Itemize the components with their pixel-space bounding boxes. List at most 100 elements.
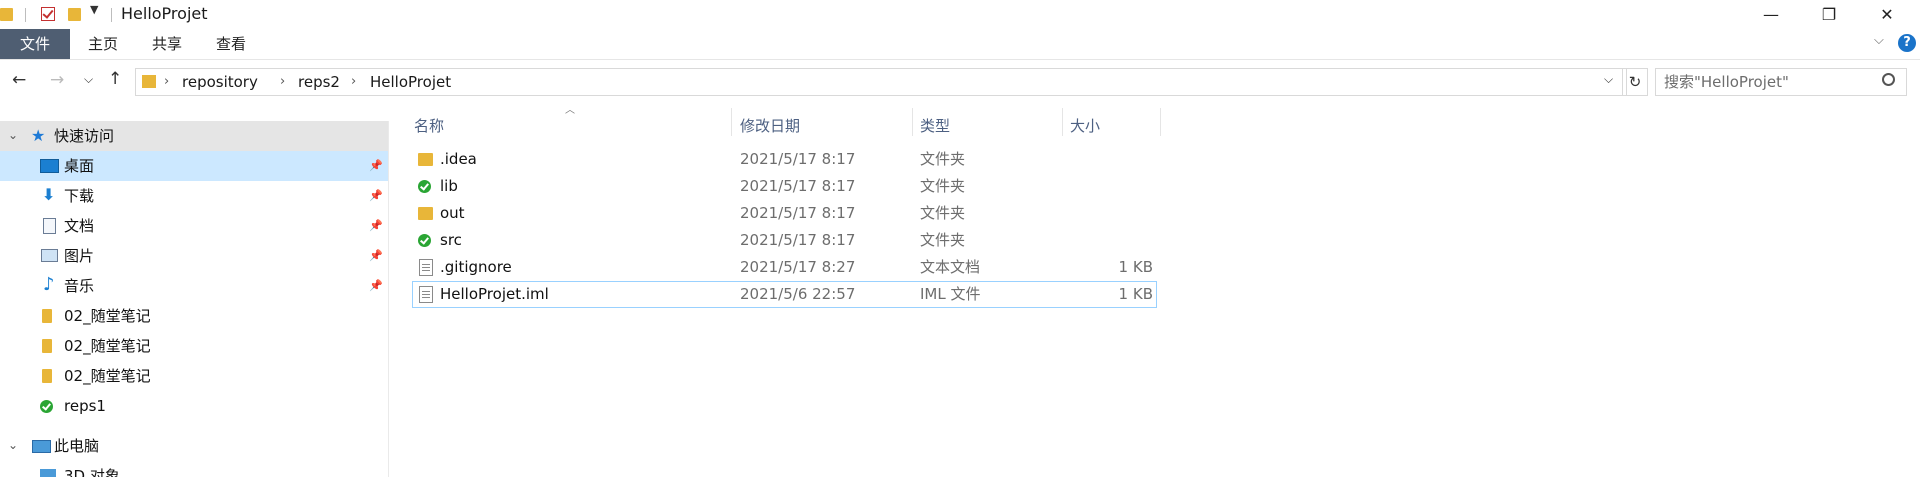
pin-icon: 📌 <box>369 189 383 202</box>
nav-item-pictures[interactable]: 图片 📌 <box>0 241 388 271</box>
ribbon: 文件 主页 共享 查看 ⌵ ? <box>0 29 1920 60</box>
nav-item-folder[interactable]: 02_随堂笔记 <box>0 331 388 361</box>
restore-button[interactable]: ❐ <box>1806 0 1852 29</box>
expand-ribbon-icon[interactable]: ⌵ <box>1874 33 1884 48</box>
search-input[interactable]: 搜索"HelloProjet" <box>1655 68 1907 96</box>
folder-icon <box>418 153 433 166</box>
git-folder-icon <box>40 400 53 413</box>
nav-this-pc[interactable]: ⌄ 此电脑 <box>0 431 388 461</box>
folder-icon <box>42 339 52 353</box>
file-date: 2021/5/17 8:17 <box>740 177 856 195</box>
chevron-down-icon[interactable]: ⌄ <box>8 128 18 142</box>
nav-item-music[interactable]: ♪ 音乐 📌 <box>0 271 388 301</box>
breadcrumb-helloprojet[interactable]: HelloProjet <box>370 69 451 95</box>
help-icon[interactable]: ? <box>1898 34 1916 52</box>
column-divider[interactable] <box>1062 108 1063 136</box>
file-name: .gitignore <box>440 258 512 276</box>
tab-file[interactable]: 文件 <box>0 29 70 59</box>
nav-item-folder[interactable]: 02_随堂笔记 <box>0 361 388 391</box>
chevron-right-icon[interactable]: › <box>351 69 356 95</box>
file-name: .idea <box>440 150 477 168</box>
nav-item-desktop[interactable]: 桌面 📌 <box>0 151 388 181</box>
properties-icon[interactable] <box>41 7 55 21</box>
git-folder-icon <box>418 180 431 193</box>
chevron-right-icon[interactable]: › <box>164 69 169 95</box>
nav-item-reps1[interactable]: reps1 <box>0 391 388 421</box>
divider <box>25 8 26 22</box>
file-date: 2021/5/17 8:17 <box>740 204 856 222</box>
nav-label: 文档 <box>64 217 95 235</box>
new-folder-icon[interactable] <box>68 8 81 21</box>
breadcrumb-reps2[interactable]: reps2 <box>298 69 340 95</box>
file-date: 2021/5/17 8:27 <box>740 258 856 276</box>
forward-button[interactable]: → <box>50 70 64 90</box>
folder-icon <box>142 75 156 88</box>
tab-view[interactable]: 查看 <box>208 29 254 59</box>
column-divider[interactable] <box>731 108 732 136</box>
address-bar[interactable]: › repository › reps2 › HelloProjet ⌵ <box>135 68 1627 96</box>
computer-icon <box>32 440 51 453</box>
nav-label: 音乐 <box>64 277 95 295</box>
file-type: 文件夹 <box>920 150 966 168</box>
nav-label: 3D 对象 <box>64 467 120 477</box>
back-button[interactable]: ← <box>12 70 26 90</box>
nav-item-folder[interactable]: 02_随堂笔记 <box>0 301 388 331</box>
nav-item-3d-objects[interactable]: 3D 对象 <box>0 461 388 477</box>
desktop-icon <box>40 159 59 173</box>
file-size <box>1060 200 1153 227</box>
folder-icon <box>418 207 433 220</box>
file-date: 2021/5/6 22:57 <box>740 285 856 303</box>
file-name: src <box>440 231 462 249</box>
column-header-date[interactable]: 修改日期 <box>740 111 800 141</box>
column-header-size[interactable]: 大小 <box>1070 111 1100 141</box>
nav-label: 02_随堂笔记 <box>64 367 151 385</box>
nav-item-documents[interactable]: 文档 📌 <box>0 211 388 241</box>
picture-icon <box>41 249 58 262</box>
file-type: 文件夹 <box>920 231 966 249</box>
file-size: 1 KB <box>1118 285 1153 303</box>
nav-label: 02_随堂笔记 <box>64 307 151 325</box>
pin-icon: 📌 <box>369 159 383 172</box>
customize-quick-access-icon[interactable]: ▼ <box>90 3 98 16</box>
nav-label: 下载 <box>64 187 95 205</box>
cube-icon <box>40 469 56 477</box>
chevron-right-icon[interactable]: › <box>280 69 285 95</box>
nav-label: 此电脑 <box>54 437 100 455</box>
nav-quick-access[interactable]: ⌄ ★ 快速访问 <box>0 121 388 151</box>
file-date: 2021/5/17 8:17 <box>740 231 856 249</box>
file-name: out <box>440 204 465 222</box>
document-icon <box>43 218 56 234</box>
search-placeholder: 搜索"HelloProjet" <box>1664 73 1789 91</box>
tab-home[interactable]: 主页 <box>80 29 126 59</box>
address-dropdown-icon[interactable]: ⌵ <box>1604 72 1613 87</box>
column-header-name[interactable]: 名称 <box>414 111 444 141</box>
nav-label: reps1 <box>64 397 106 415</box>
file-type: 文件夹 <box>920 177 966 195</box>
column-header-type[interactable]: 类型 <box>920 111 950 141</box>
file-type: 文件夹 <box>920 204 966 222</box>
nav-label: 图片 <box>64 247 95 265</box>
file-name: HelloProjet.iml <box>440 285 549 303</box>
chevron-down-icon[interactable]: ⌄ <box>8 438 18 452</box>
file-type: IML 文件 <box>920 285 981 303</box>
up-button[interactable]: ↑ <box>108 69 122 89</box>
text-file-icon <box>419 259 433 276</box>
minimize-button[interactable]: — <box>1748 0 1794 29</box>
column-divider[interactable] <box>1160 108 1161 136</box>
nav-label: 快速访问 <box>54 127 115 145</box>
close-button[interactable]: ✕ <box>1864 0 1910 29</box>
star-icon: ★ <box>31 126 46 145</box>
recent-locations-button[interactable]: ⌵ <box>84 72 93 87</box>
nav-item-downloads[interactable]: ⬇ 下载 📌 <box>0 181 388 211</box>
folder-icon <box>0 8 13 21</box>
folder-icon <box>42 309 52 323</box>
file-name: lib <box>440 177 458 195</box>
file-size: 1 KB <box>1118 258 1153 276</box>
column-divider[interactable] <box>912 108 913 136</box>
file-date: 2021/5/17 8:17 <box>740 150 856 168</box>
tab-share[interactable]: 共享 <box>144 29 190 59</box>
nav-label: 02_随堂笔记 <box>64 337 151 355</box>
breadcrumb-repository[interactable]: repository <box>182 69 258 95</box>
search-icon[interactable] <box>1882 73 1895 86</box>
refresh-button[interactable]: ↻ <box>1622 68 1648 96</box>
